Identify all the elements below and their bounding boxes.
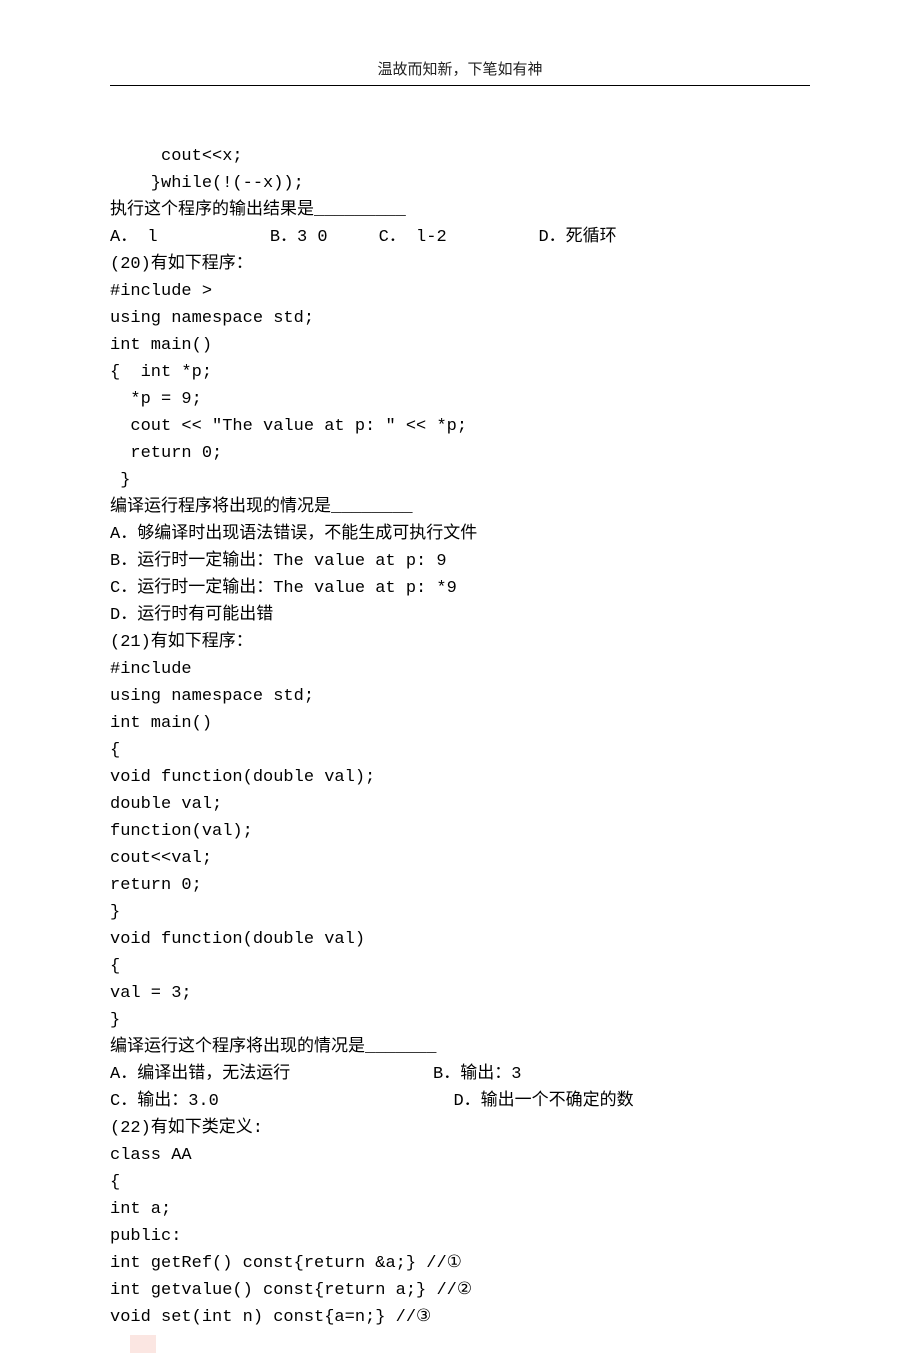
document-page: 温故而知新，下笔如有神 cout<<x; }while(!(--x)); 执行这… xyxy=(0,0,920,1371)
answer-option: C．运行时一定输出：The value at p: *9 xyxy=(110,579,457,598)
code-line: void set(int n) const{a=n;} //③ xyxy=(110,1308,431,1327)
code-line: int main() xyxy=(110,714,212,733)
question-text: 编译运行程序将出现的情况是________ xyxy=(110,498,413,517)
answer-option: B．运行时一定输出：The value at p: 9 xyxy=(110,552,447,571)
code-line: void function(double val); xyxy=(110,768,375,787)
code-line: { xyxy=(110,957,120,976)
code-line: int getvalue() const{return a;} //② xyxy=(110,1281,472,1300)
answer-option: A．够编译时出现语法错误，不能生成可执行文件 xyxy=(110,525,477,544)
question-text: (21)有如下程序： xyxy=(110,633,253,652)
code-line: int getRef() const{return &a;} //① xyxy=(110,1254,462,1273)
code-line: } xyxy=(110,471,130,490)
question-text: (22)有如下类定义: xyxy=(110,1119,263,1138)
answer-options: A．编译出错，无法运行 B．输出：3 xyxy=(110,1065,521,1084)
answer-options: C．输出：3.0 D．输出一个不确定的数 xyxy=(110,1092,634,1111)
code-line: }while(!(--x)); xyxy=(110,174,304,193)
document-content: cout<<x; }while(!(--x)); 执行这个程序的输出结果是___… xyxy=(110,116,810,1331)
code-line: val = 3; xyxy=(110,984,192,1003)
code-line: } xyxy=(110,903,120,922)
code-line: cout<<val; xyxy=(110,849,212,868)
code-line: function(val); xyxy=(110,822,253,841)
code-line: #include > xyxy=(110,282,212,301)
code-line: { xyxy=(110,741,120,760)
code-line: } xyxy=(110,1011,120,1030)
code-line: { int *p; xyxy=(110,363,212,382)
code-line: class AA xyxy=(110,1146,192,1165)
code-line: void function(double val) xyxy=(110,930,365,949)
header-divider xyxy=(110,85,810,86)
code-line: using namespace std; xyxy=(110,687,314,706)
question-text: 执行这个程序的输出结果是_________ xyxy=(110,201,406,220)
question-text: 编译运行这个程序将出现的情况是_______ xyxy=(110,1038,436,1057)
code-line: return 0; xyxy=(110,444,222,463)
code-line: using namespace std; xyxy=(110,309,314,328)
code-line: return 0; xyxy=(110,876,202,895)
answer-option: D．运行时有可能出错 xyxy=(110,606,273,625)
code-line: cout << "The value at p: " << *p; xyxy=(110,417,467,436)
code-line: public: xyxy=(110,1227,181,1246)
code-line: { xyxy=(110,1173,120,1192)
code-line: int a; xyxy=(110,1200,171,1219)
page-header-motto: 温故而知新，下笔如有神 xyxy=(110,58,810,79)
answer-options: A． l B．3 0 C． l-2 D．死循环 xyxy=(110,228,617,247)
code-line: double val; xyxy=(110,795,222,814)
code-line: cout<<x; xyxy=(110,147,243,166)
footer-watermark xyxy=(130,1335,156,1353)
code-line: #include xyxy=(110,660,192,679)
code-line: int main() xyxy=(110,336,212,355)
code-line: *p = 9; xyxy=(110,390,202,409)
question-text: (20)有如下程序： xyxy=(110,255,253,274)
